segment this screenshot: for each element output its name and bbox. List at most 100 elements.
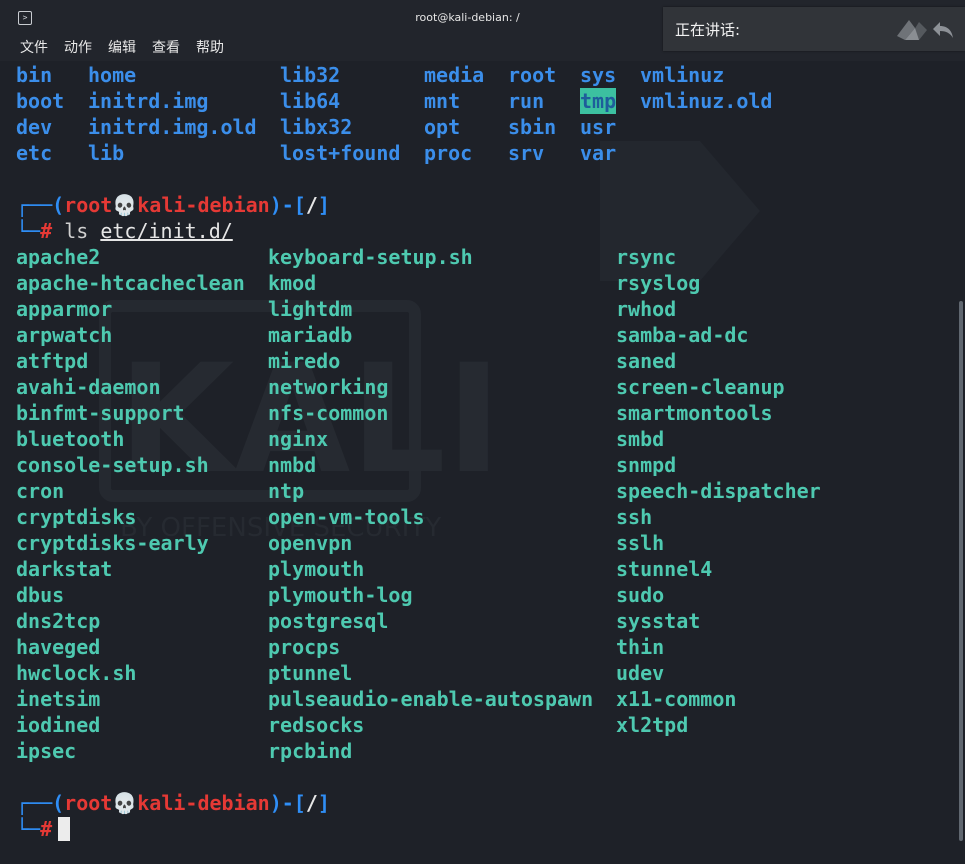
terminal-output[interactable]: KALI BY OFFENSIVE SECURITY bin home lib3…	[0, 61, 957, 864]
kali-logo-icon	[897, 20, 927, 40]
scrollbar-thumb[interactable]	[959, 301, 963, 841]
file-entry: cryptdisks	[16, 505, 137, 529]
file-entry: cryptdisks-early	[16, 531, 209, 555]
file-entry: arpwatch	[16, 323, 113, 347]
command-line[interactable]: └─#	[16, 816, 71, 842]
command-argument: etc/init.d/	[100, 219, 233, 243]
file-entry: screen-cleanup	[616, 375, 785, 399]
dir-entry: proc	[424, 141, 473, 165]
file-entry: atftpd	[16, 349, 89, 373]
speaking-label: 正在讲话:	[675, 21, 741, 39]
file-entry: nfs-common	[268, 401, 389, 425]
menu-edit[interactable]: 编辑	[108, 37, 136, 57]
file-entry: ptunnel	[268, 661, 353, 685]
prompt-corner: └─	[16, 219, 41, 243]
dir-entry: libx32	[280, 115, 353, 139]
command-text: ls	[64, 219, 89, 243]
menu-view[interactable]: 查看	[152, 37, 180, 57]
speaking-panel: 正在讲话:	[663, 7, 965, 51]
file-entry: sudo	[616, 583, 665, 607]
prompt-header: ┌──(root💀kali-debian)-[/]	[16, 192, 330, 218]
list-row: bin home lib32 media root sys vmlinuz	[0, 62, 724, 88]
dir-entry: run	[508, 89, 545, 113]
prompt-user: root	[64, 193, 113, 217]
file-entry: binfmt-support	[16, 401, 185, 425]
menu-help[interactable]: 帮助	[196, 37, 224, 57]
prompt-hash: #	[40, 817, 53, 841]
skull-icon: 💀	[112, 791, 138, 815]
file-entry: miredo	[268, 349, 341, 373]
file-entry: pulseaudio-enable-autospawn	[268, 687, 594, 711]
dir-entry: initrd.img.old	[88, 115, 257, 139]
file-entry: rpcbind	[268, 739, 353, 763]
file-entry: apache-htcacheclean	[16, 271, 245, 295]
file-entry: apparmor	[16, 297, 113, 321]
dir-entry: srv	[508, 141, 545, 165]
prompt-bracket: ┌──(	[16, 193, 65, 217]
file-entry: keyboard-setup.sh	[268, 245, 473, 269]
file-entry: console-setup.sh	[16, 453, 209, 477]
dir-entry: lib	[88, 141, 125, 165]
file-entry: cron	[16, 479, 65, 503]
dir-entry: lib64	[280, 89, 341, 113]
file-entry: samba-ad-dc	[616, 323, 749, 347]
file-entry: inetsim	[16, 687, 101, 711]
file-entry: saned	[616, 349, 677, 373]
dir-entry: usr	[580, 115, 617, 139]
file-entry: dbus	[16, 583, 65, 607]
list-row: boot initrd.img lib64 mnt run tmp vmlinu…	[0, 88, 772, 114]
file-entry: speech-dispatcher	[616, 479, 821, 503]
file-entry: hwclock.sh	[16, 661, 137, 685]
file-entry: nmbd	[268, 453, 317, 477]
file-entry: ntp	[268, 479, 305, 503]
prompt-bracket: ]	[317, 791, 330, 815]
file-entry: openvpn	[268, 531, 353, 555]
prompt-user: root	[64, 791, 113, 815]
file-entry: networking	[268, 375, 389, 399]
file-entry: rwhod	[616, 297, 677, 321]
prompt-bracket: )-[	[269, 791, 306, 815]
file-entry: sysstat	[616, 609, 701, 633]
file-entry: bluetooth	[16, 427, 125, 451]
dir-entry: lost+found	[280, 141, 401, 165]
file-entry: rsync	[616, 245, 677, 269]
dir-entry-tmp: tmp	[580, 88, 617, 114]
prompt-bracket: ]	[317, 193, 330, 217]
file-entry: darkstat	[16, 557, 113, 581]
terminal-window: > root@kali-debian: / 文件 动作 编辑 查看 帮助 正在讲…	[0, 0, 965, 864]
prompt-host: kali-debian	[137, 791, 270, 815]
file-entry: smartmontools	[616, 401, 773, 425]
file-entry: lightdm	[268, 297, 353, 321]
file-entry: xl2tpd	[616, 713, 689, 737]
prompt-corner: └─	[16, 817, 41, 841]
file-entry: iodined	[16, 713, 101, 737]
file-entry: snmpd	[616, 453, 677, 477]
dir-entry: vmlinuz.old	[640, 89, 773, 113]
prompt-bracket: ┌──(	[16, 791, 65, 815]
file-entry: ssh	[616, 505, 653, 529]
dir-entry: mnt	[424, 89, 461, 113]
dir-entry: sys	[580, 63, 617, 87]
dir-entry: var	[580, 141, 617, 165]
dir-entry: initrd.img	[88, 89, 209, 113]
file-entry: avahi-daemon	[16, 375, 161, 399]
file-entry: haveged	[16, 635, 101, 659]
menu-action[interactable]: 动作	[64, 37, 92, 57]
reply-arrow-icon[interactable]	[931, 18, 955, 40]
list-row: etc lib lost+found proc srv var	[0, 140, 616, 166]
dir-entry: vmlinuz	[640, 63, 725, 87]
prompt-dir: /	[305, 193, 318, 217]
menu-file[interactable]: 文件	[20, 37, 48, 57]
list-row: dev initrd.img.old libx32 opt sbin usr	[0, 114, 616, 140]
dir-entry: dev	[16, 115, 53, 139]
dir-entry: media	[424, 63, 485, 87]
file-entry: plymouth	[268, 557, 365, 581]
file-entry: thin	[616, 635, 665, 659]
dir-entry: etc	[16, 141, 53, 165]
prompt-host: kali-debian	[137, 193, 270, 217]
file-entry: kmod	[268, 271, 317, 295]
scrollbar[interactable]	[957, 61, 965, 864]
dir-entry: home	[88, 63, 137, 87]
dir-entry: sbin	[508, 115, 557, 139]
dir-entry: lib32	[280, 63, 341, 87]
